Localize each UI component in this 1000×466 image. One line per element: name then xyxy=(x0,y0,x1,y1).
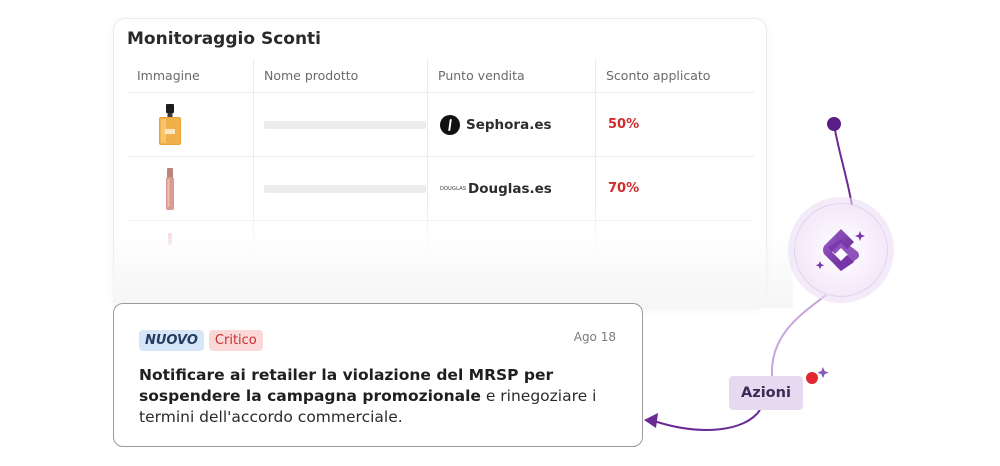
store-name: Douglas.es xyxy=(468,180,552,197)
col-header-product-name: Nome prodotto xyxy=(253,59,427,92)
discount-value: 70% xyxy=(608,181,640,196)
notification-date: Ago 18 xyxy=(573,330,616,344)
badge-group: NUOVO Critico xyxy=(139,330,263,351)
store-cell: Sephora.es xyxy=(440,114,552,135)
source-dot-icon xyxy=(827,117,841,131)
notification-dot xyxy=(806,372,818,384)
col-header-store: Punto vendita xyxy=(427,59,595,92)
store-name: Sephora.es xyxy=(466,116,552,133)
douglas-logo: DOUGLAS xyxy=(440,185,467,192)
ai-copilot-icon xyxy=(815,229,865,271)
table-row[interactable]: DOUGLAS Douglas.es 70% xyxy=(127,157,754,221)
sephora-logo xyxy=(440,114,460,135)
ai-hub[interactable] xyxy=(794,203,888,297)
critical-badge: Critico xyxy=(208,330,263,351)
lipgloss-icon xyxy=(155,167,185,211)
notification-card[interactable]: NUOVO Critico Ago 18 Notificare ai retai… xyxy=(113,303,643,447)
sparkle-icon xyxy=(817,367,829,379)
discount-value: 50% xyxy=(608,117,640,132)
perfume-bottle-icon xyxy=(155,103,185,147)
card-shadow-base xyxy=(113,232,793,308)
notification-message: Notificare ai retailer la violazione del… xyxy=(139,365,629,428)
col-header-image: Immagine xyxy=(137,68,200,83)
new-badge: NUOVO xyxy=(139,330,204,351)
actions-chip[interactable]: Azioni xyxy=(729,376,803,410)
table-header: Immagine Nome prodotto Punto vendita Sco… xyxy=(127,59,754,93)
arrow-head-icon xyxy=(644,413,658,428)
col-header-discount: Sconto applicato xyxy=(595,59,754,92)
store-cell: DOUGLAS Douglas.es xyxy=(440,181,552,197)
product-name-placeholder xyxy=(264,184,426,193)
table-row[interactable]: Sephora.es 50% xyxy=(127,93,754,157)
card-title: Monitoraggio Sconti xyxy=(127,29,322,49)
product-name-placeholder xyxy=(264,120,426,129)
